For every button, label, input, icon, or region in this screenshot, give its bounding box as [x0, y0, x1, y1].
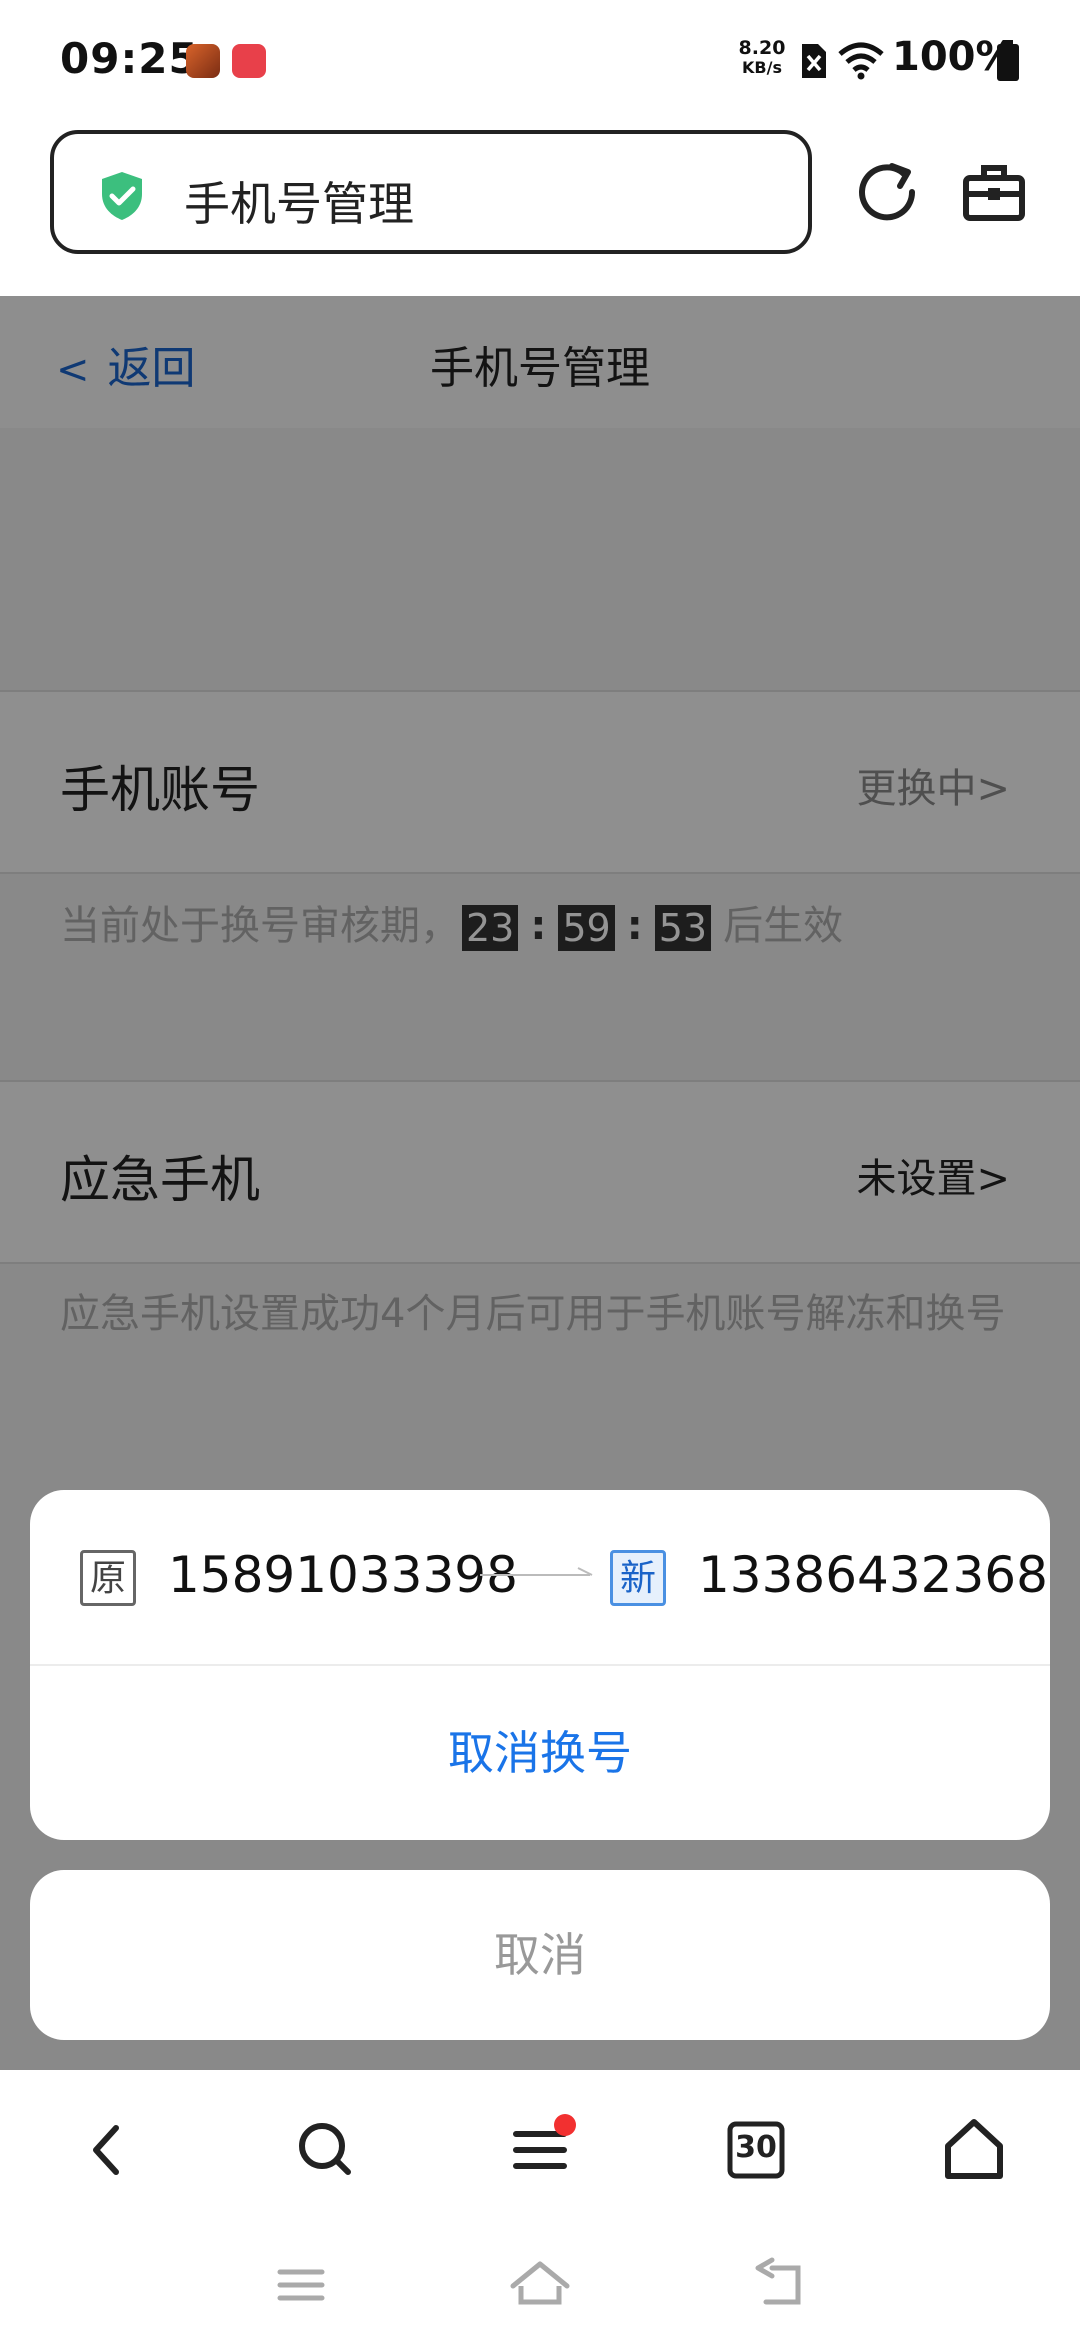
status-time: 09:25: [60, 34, 199, 83]
huawei-app-icon: [232, 44, 266, 78]
old-phone-number: 15891033398: [168, 1546, 518, 1604]
new-phone-number: 13386432368: [698, 1546, 1048, 1604]
url-title: 手机号管理: [184, 177, 414, 231]
network-speed: 8.20 KB/s: [736, 38, 788, 78]
menu-button[interactable]: [500, 2110, 580, 2190]
url-bar[interactable]: 手机号管理: [50, 130, 812, 254]
no-sim-icon: [802, 44, 826, 78]
net-speed-unit: KB/s: [742, 58, 782, 77]
tabs-button[interactable]: 30: [716, 2110, 796, 2190]
search-icon[interactable]: [286, 2110, 366, 2190]
arrow-right-icon: [480, 1567, 593, 1576]
system-home-icon[interactable]: [505, 2250, 575, 2320]
home-icon[interactable]: [934, 2110, 1014, 2190]
game-app-icon: [186, 44, 220, 78]
wifi-icon: [838, 42, 884, 80]
browser-top-bar: 手机号管理: [0, 120, 1080, 296]
cancel-sheet: 取消: [30, 1870, 1050, 2040]
notification-dot: [554, 2114, 576, 2136]
shield-check-icon: [102, 172, 142, 220]
tabs-count: 30: [735, 2130, 777, 2165]
battery-icon: [997, 40, 1019, 81]
new-number-tag: 新: [610, 1550, 666, 1606]
refresh-icon[interactable]: [856, 160, 920, 224]
change-number-sheet: 原 15891033398 新 13386432368 取消换号: [30, 1490, 1050, 1840]
system-navigation-bar: [0, 2220, 1080, 2344]
recent-apps-icon[interactable]: [266, 2250, 336, 2320]
browser-toolbar: 30: [0, 2070, 1080, 2220]
cancel-button[interactable]: 取消: [30, 1870, 1050, 2040]
old-number-tag: 原: [80, 1550, 136, 1606]
toolbox-icon[interactable]: [962, 162, 1026, 222]
net-speed-value: 8.20: [738, 37, 786, 59]
system-back-icon[interactable]: [744, 2250, 814, 2320]
status-bar: 09:25 8.20 KB/s 100%: [0, 0, 1080, 120]
cancel-number-change-button[interactable]: 取消换号: [30, 1666, 1050, 1840]
number-swap-row: 原 15891033398 新 13386432368: [30, 1490, 1050, 1666]
back-icon[interactable]: [66, 2110, 146, 2190]
